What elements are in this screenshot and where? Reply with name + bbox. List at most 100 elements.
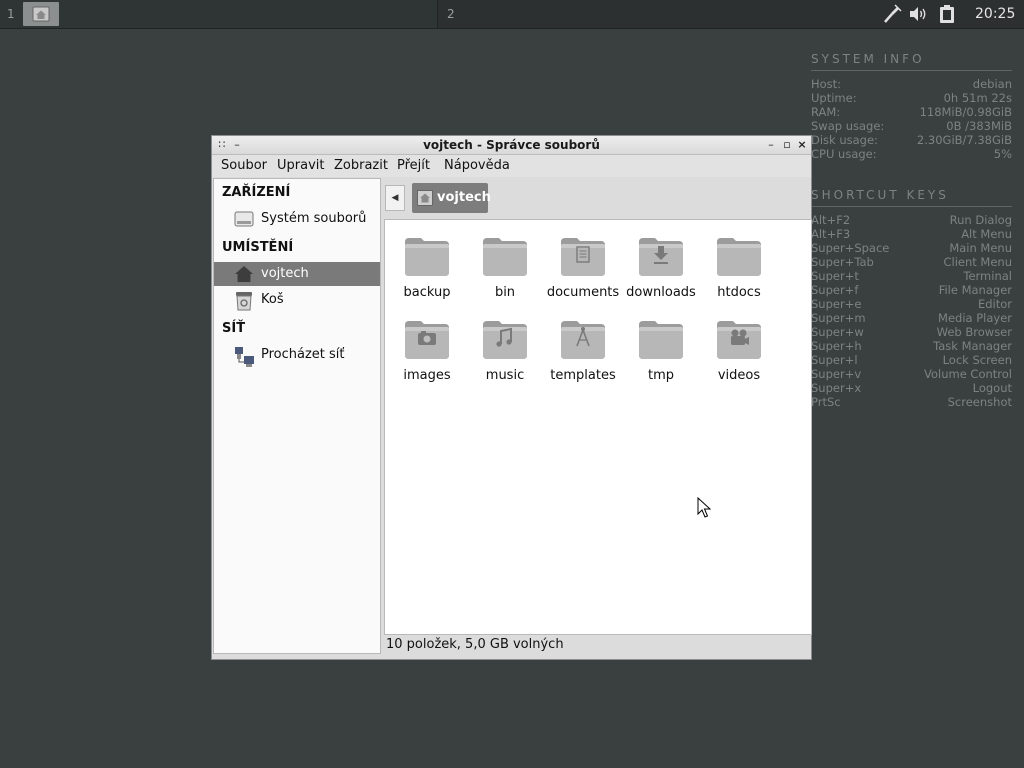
folder-icon (483, 238, 527, 276)
path-bar: ◀ vojtech (384, 178, 811, 218)
file-item-music[interactable]: music (466, 305, 544, 385)
folder-downloads-icon (639, 238, 683, 276)
volume-icon[interactable] (908, 4, 928, 24)
shortcut-keys-list: Alt+F2 Run Dialog Alt+F3 Alt Menu Super+Spac… (811, 213, 1012, 409)
home-icon (417, 190, 433, 206)
sidebar-heading-network: SÍŤ (222, 321, 246, 336)
sidebar-item-label: Koš (261, 292, 284, 307)
system-info-value: 2.30GiB/7.38GiB (916, 133, 1012, 147)
shortcut-row: Super+x Logout (811, 381, 1012, 395)
shortcut-label: Super+t (811, 269, 859, 283)
window-title: vojtech - Správce souborů (423, 138, 600, 152)
shortcut-label: Alt+F2 (811, 213, 851, 227)
sidebar-item-trash[interactable]: Koš (214, 288, 380, 312)
shortcut-row: Alt+F3 Alt Menu (811, 227, 1012, 241)
workspace-2[interactable]: 2 (438, 0, 878, 28)
shortcut-row: Super+m Media Player (811, 311, 1012, 325)
shortcut-value: Volume Control (924, 367, 1012, 381)
file-item-bin[interactable]: bin (466, 222, 544, 302)
file-item-templates[interactable]: templates (544, 305, 622, 385)
shortcut-value: Logout (972, 381, 1012, 395)
network-icon[interactable] (882, 4, 902, 24)
shortcut-keys-heading: SHORTCUT KEYS (811, 188, 1012, 207)
system-info-row: CPU usage: 5% (811, 147, 1012, 161)
shortcut-row: Super+h Task Manager (811, 339, 1012, 353)
menu-bar: Soubor Upravit Zobrazit Přejít Nápověda (212, 155, 811, 177)
back-button[interactable]: ◀ (385, 185, 405, 211)
system-info-label: Uptime: (811, 91, 857, 105)
folder-icon (717, 238, 761, 276)
shortcut-label: Super+w (811, 325, 864, 339)
system-info-label: RAM: (811, 105, 841, 119)
file-item-downloads[interactable]: downloads (622, 222, 700, 302)
status-bar: 10 položek, 5,0 GB volných (384, 635, 812, 655)
mouse-pointer-icon (697, 497, 711, 518)
menu-soubor[interactable]: Soubor (221, 155, 267, 177)
shortcut-value: Alt Menu (961, 227, 1012, 241)
shortcut-label: PrtSc (811, 395, 841, 409)
shortcut-value: File Manager (938, 283, 1012, 297)
shortcut-label: Super+l (811, 353, 858, 367)
folder-documents-icon (561, 238, 605, 276)
shortcut-value: Run Dialog (949, 213, 1012, 227)
file-item-videos[interactable]: videos (700, 305, 778, 385)
shortcut-label: Alt+F3 (811, 227, 851, 241)
workspace-2-number: 2 (447, 7, 455, 21)
system-info-value: 0h 51m 22s (943, 91, 1012, 105)
folder-icon (639, 321, 683, 359)
shortcut-label: Super+h (811, 339, 862, 353)
top-panel: 1 2 20:25 (0, 0, 1024, 29)
shortcut-label: Super+x (811, 381, 862, 395)
system-info-value: debian (972, 77, 1012, 91)
shortcut-row: Super+l Lock Screen (811, 353, 1012, 367)
menu-upravit[interactable]: Upravit (277, 155, 324, 177)
network-computers-icon (235, 347, 254, 367)
file-name: images (403, 368, 451, 383)
title-bar[interactable]: ∷ – vojtech - Správce souborů – ▫ × (212, 136, 811, 155)
file-item-documents[interactable]: documents (544, 222, 622, 302)
file-item-backup[interactable]: backup (388, 222, 466, 302)
clock[interactable]: 20:25 (975, 0, 1015, 28)
sidebar-item-filesystem[interactable]: Systém souborů (214, 207, 380, 231)
system-info-label: Disk usage: (811, 133, 878, 147)
trash-icon (236, 292, 252, 311)
file-name: backup (403, 285, 451, 300)
minimize-icon[interactable]: – (765, 136, 777, 154)
file-item-tmp[interactable]: tmp (622, 305, 700, 385)
menu-zobrazit[interactable]: Zobrazit (334, 155, 388, 177)
folder-icon (405, 238, 449, 276)
file-name: downloads (626, 285, 696, 300)
menu-prejit[interactable]: Přejít (397, 155, 430, 177)
breadcrumb-home[interactable]: vojtech (412, 183, 491, 213)
file-name: documents (546, 285, 620, 300)
system-info-row: RAM: 118MiB/0.98GiB (811, 105, 1012, 119)
workspace-1-number: 1 (7, 7, 15, 21)
sidebar-item-home[interactable]: vojtech (214, 262, 380, 286)
file-name: music (485, 368, 525, 383)
maximize-icon[interactable]: ▫ (781, 136, 793, 154)
shortcut-value: Web Browser (936, 325, 1012, 339)
battery-icon[interactable] (938, 4, 956, 24)
shortcut-label: Super+m (811, 311, 866, 325)
menu-napoveda[interactable]: Nápověda (444, 155, 510, 177)
shortcut-label: Super+f (811, 283, 859, 297)
sidebar-item-browse-network[interactable]: Procházet síť (214, 343, 380, 367)
shortcut-value: Media Player (938, 311, 1012, 325)
sidebar-heading-devices: ZAŘÍZENÍ (222, 185, 291, 200)
sidebar: ZAŘÍZENÍ Systém souborů UMÍSTĚNÍ vojtech… (213, 178, 381, 654)
sidebar-item-label: Procházet síť (261, 347, 345, 362)
close-icon[interactable]: × (796, 136, 808, 154)
icon-view[interactable]: backup bin documents downloads htdocs images m… (384, 219, 812, 635)
system-info-row: Disk usage: 2.30GiB/7.38GiB (811, 133, 1012, 147)
taskbar-item-file-manager[interactable] (23, 2, 59, 26)
shortcut-value: Lock Screen (942, 353, 1012, 367)
shortcut-value: Client Menu (943, 255, 1012, 269)
system-info-label: Host: (811, 77, 842, 91)
workspace-1[interactable]: 1 (0, 0, 438, 28)
shortcut-row: Super+e Editor (811, 297, 1012, 311)
sidebar-item-label: vojtech (261, 266, 309, 281)
file-item-htdocs[interactable]: htdocs (700, 222, 778, 302)
shortcut-label: Super+v (811, 367, 862, 381)
system-info-value: 118MiB/0.98GiB (919, 105, 1012, 119)
file-item-images[interactable]: images (388, 305, 466, 385)
